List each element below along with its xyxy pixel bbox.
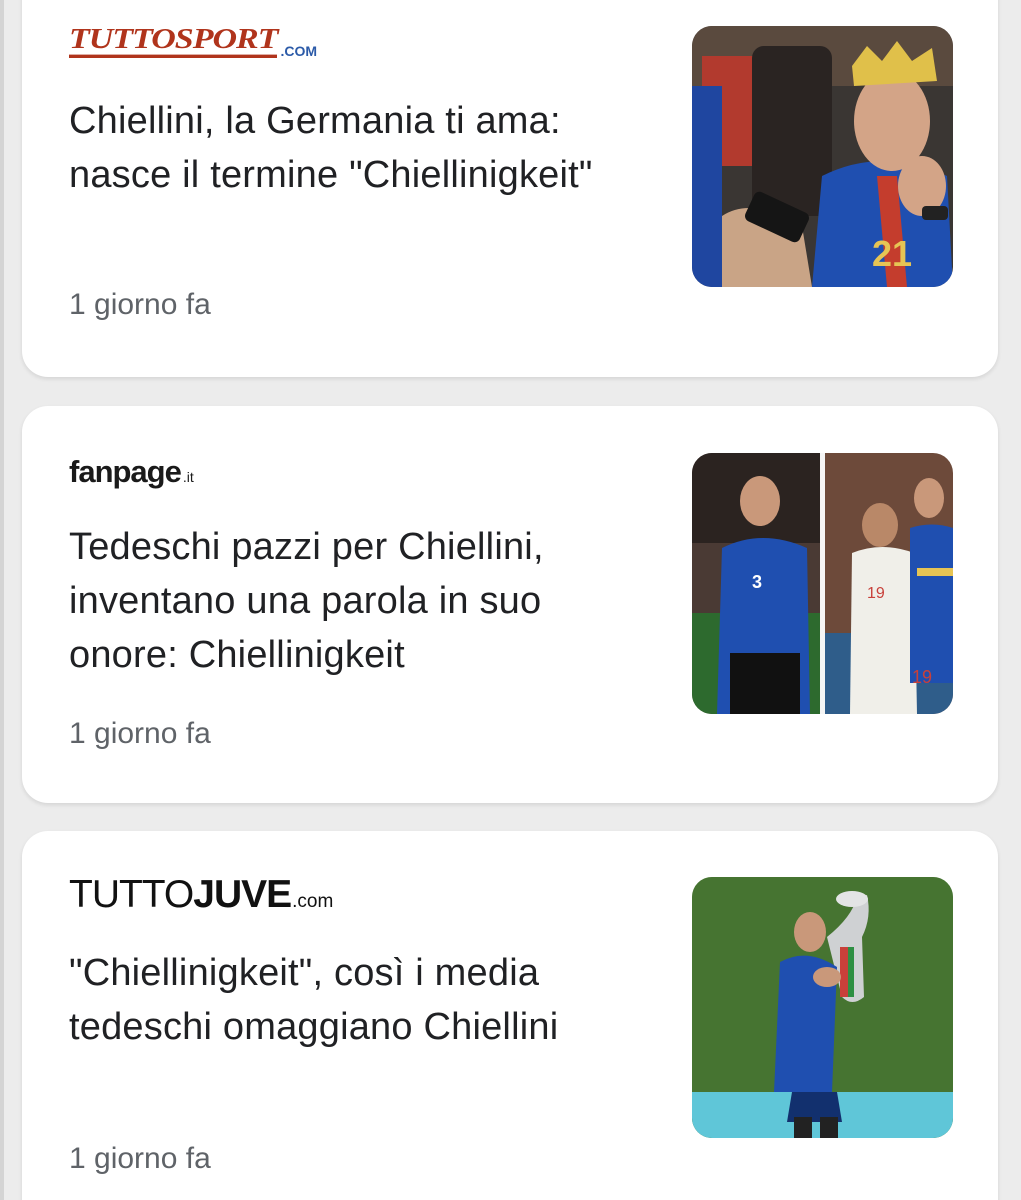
source-name: TUTTOSPORT	[69, 24, 278, 58]
article-thumbnail[interactable]: 21	[692, 26, 953, 287]
article-headline[interactable]: "Chiellinigkeit", così i media tedeschi …	[69, 946, 654, 1054]
source-domain: .com	[292, 891, 334, 912]
article-timestamp: 1 giorno fa	[69, 1142, 211, 1175]
article-headline[interactable]: Tedeschi pazzi per Chiellini, inventano …	[69, 520, 654, 682]
news-feed: TUTTOSPORT .COM Chiellini, la Germania ti…	[0, 0, 1021, 1200]
article-timestamp: 1 giorno fa	[69, 288, 211, 321]
article-timestamp: 1 giorno fa	[69, 717, 211, 750]
article-thumbnail[interactable]	[692, 877, 953, 1138]
svg-text:19: 19	[912, 667, 932, 687]
thumbnail-image: 3 19 19	[692, 453, 953, 714]
news-card[interactable]: TUTTOJUVE.com "Chiellinigkeit", così i m…	[22, 831, 998, 1200]
svg-text:19: 19	[867, 585, 885, 602]
news-card[interactable]: fanpage .it Tedeschi pazzi per Chiellini,…	[22, 406, 998, 803]
thumbnail-image	[692, 877, 953, 1138]
article-headline[interactable]: Chiellini, la Germania ti ama: nasce il …	[69, 94, 654, 202]
source-name-bold: JUVE	[193, 873, 292, 916]
news-card[interactable]: TUTTOSPORT .COM Chiellini, la Germania ti…	[22, 0, 998, 377]
source-domain: .it	[182, 469, 194, 485]
source-name: fanpage	[69, 454, 182, 489]
source-logo-tuttojuve: TUTTOJUVE.com	[69, 873, 333, 917]
svg-text:3: 3	[752, 572, 762, 592]
article-thumbnail[interactable]: 3 19 19	[692, 453, 953, 714]
scroll-edge	[0, 0, 4, 1200]
thumbnail-image: 21	[692, 26, 953, 287]
source-logo-tuttosport: TUTTOSPORT .COM	[69, 24, 317, 68]
source-name-light: TUTTO	[69, 873, 194, 916]
svg-text:21: 21	[872, 233, 912, 274]
source-domain: .COM	[280, 43, 318, 59]
source-logo-fanpage: fanpage .it	[69, 454, 194, 498]
